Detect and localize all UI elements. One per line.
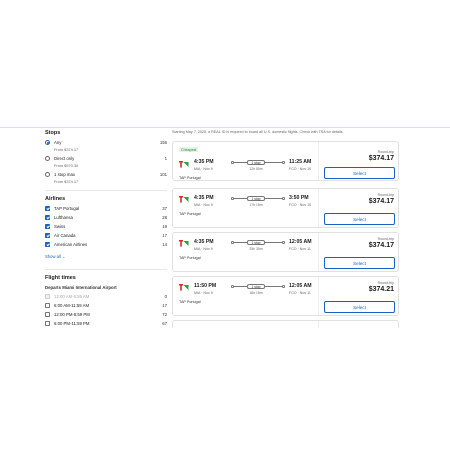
departs-subtitle: Departs Miami International Airport bbox=[45, 285, 117, 290]
checkbox[interactable] bbox=[45, 312, 50, 317]
checkbox-checked[interactable] bbox=[45, 224, 50, 229]
stop-count: 1 stop bbox=[247, 284, 265, 289]
select-button[interactable]: Select bbox=[324, 167, 395, 179]
price: $374.17 bbox=[368, 242, 394, 249]
card-divider bbox=[318, 233, 319, 271]
flight-times-title: Flight times bbox=[45, 275, 76, 281]
trip-type: Round-trip bbox=[377, 150, 394, 154]
checkbox[interactable] bbox=[45, 321, 50, 326]
checkbox-checked[interactable] bbox=[45, 233, 50, 238]
stops-title: Stops bbox=[45, 130, 61, 136]
stop-count: 1 stop bbox=[247, 160, 265, 165]
stop-count: 1 stop bbox=[247, 240, 265, 245]
departure-time: 4:35 PM bbox=[194, 239, 214, 245]
departure-time: 4:35 PM bbox=[194, 195, 214, 201]
arrival-airport: FCO · Nov 10 bbox=[289, 167, 312, 171]
duration: 17h 15m bbox=[249, 203, 263, 207]
card-divider bbox=[318, 142, 319, 180]
departure-time: 4:35 PM bbox=[194, 159, 214, 165]
stop-count: 1 stop bbox=[247, 196, 265, 201]
select-button[interactable]: Select bbox=[324, 301, 395, 313]
price: $374.17 bbox=[368, 155, 394, 162]
arrival-time: 12:05 AM bbox=[289, 239, 312, 245]
arrival-time: 3:50 PM bbox=[289, 195, 309, 201]
flight-result-card[interactable]: 4:35 PM MIA · Nov 9 1 stop 25h 30m 12:05… bbox=[172, 232, 399, 272]
checkbox-checked[interactable] bbox=[45, 215, 50, 220]
airlines-title: Airlines bbox=[45, 196, 66, 202]
arrival-time: 11:25 AM bbox=[289, 159, 312, 165]
tap-logo-icon bbox=[179, 161, 189, 168]
show-all-airlines-link[interactable]: Show all ⌄ bbox=[45, 254, 66, 259]
real-id-notice: Starting May 7, 2025, a REAL ID is requi… bbox=[172, 130, 344, 134]
radio[interactable] bbox=[45, 156, 50, 161]
tap-logo-icon bbox=[179, 284, 189, 291]
route-start-dot bbox=[231, 197, 234, 200]
departure-airport: MIA · Nov 9 bbox=[194, 167, 213, 171]
route-end-dot bbox=[282, 161, 285, 164]
arrival-time: 12:05 AM bbox=[289, 283, 312, 289]
trip-type: Round-trip bbox=[377, 281, 394, 285]
select-button[interactable]: Select bbox=[324, 257, 395, 269]
route-start-dot bbox=[231, 285, 234, 288]
select-button[interactable]: Select bbox=[324, 213, 395, 225]
flight-result-card[interactable]: 4:35 PM MIA · Nov 9 1 stop 17h 15m 3:50 … bbox=[172, 188, 399, 228]
duration: 25h 30m bbox=[249, 247, 263, 251]
route-end-dot bbox=[282, 241, 285, 244]
route-end-dot bbox=[282, 197, 285, 200]
arrival-airport: FCO · Nov 11 bbox=[289, 247, 311, 251]
airline-name: TAP Portugal bbox=[179, 256, 201, 260]
trip-type: Round-trip bbox=[377, 193, 394, 197]
checkbox[interactable] bbox=[45, 303, 50, 308]
duration: 18h 15m bbox=[249, 291, 263, 295]
arrival-airport: FCO · Nov 11 bbox=[289, 291, 311, 295]
price: $374.21 bbox=[368, 286, 394, 293]
route-end-dot bbox=[282, 285, 285, 288]
departure-time: 11:50 PM bbox=[194, 283, 217, 289]
route-start-dot bbox=[231, 241, 234, 244]
tap-logo-icon bbox=[179, 196, 189, 203]
radio[interactable] bbox=[45, 172, 50, 177]
airline-name: TAP Portugal bbox=[179, 300, 201, 304]
divider bbox=[45, 269, 167, 270]
departure-airport: MIA · Nov 9 bbox=[194, 203, 213, 207]
airline-name: TAP Portugal bbox=[179, 212, 201, 216]
checkbox-checked[interactable] bbox=[45, 206, 50, 211]
departure-airport: MIA · Nov 9 bbox=[194, 247, 213, 251]
checkbox-disabled bbox=[45, 294, 50, 299]
flight-result-card[interactable]: Cheapest 4:35 PM MIA · Nov 9 1 stop 12h … bbox=[172, 141, 399, 181]
checkbox-checked[interactable] bbox=[45, 242, 50, 247]
header-divider bbox=[0, 127, 450, 128]
duration: 12h 50m bbox=[249, 167, 263, 171]
card-divider bbox=[318, 321, 319, 328]
divider bbox=[45, 190, 167, 191]
route-start-dot bbox=[231, 161, 234, 164]
airline-name: TAP Portugal bbox=[179, 176, 201, 180]
trip-type: Round-trip bbox=[377, 237, 394, 241]
cheapest-badge: Cheapest bbox=[179, 147, 199, 152]
card-divider bbox=[318, 277, 319, 315]
radio-selected[interactable] bbox=[45, 140, 50, 145]
flight-result-card-partial[interactable] bbox=[172, 320, 399, 328]
flight-result-card[interactable]: 11:50 PM MIA · Nov 9 1 stop 18h 15m 12:0… bbox=[172, 276, 399, 316]
arrival-airport: FCO · Nov 10 bbox=[289, 203, 312, 207]
tap-logo-icon bbox=[179, 240, 189, 247]
chevron-down-icon: ⌄ bbox=[62, 254, 66, 259]
price: $374.17 bbox=[368, 198, 394, 205]
departure-airport: MIA · Nov 9 bbox=[194, 291, 213, 295]
card-divider bbox=[318, 189, 319, 227]
